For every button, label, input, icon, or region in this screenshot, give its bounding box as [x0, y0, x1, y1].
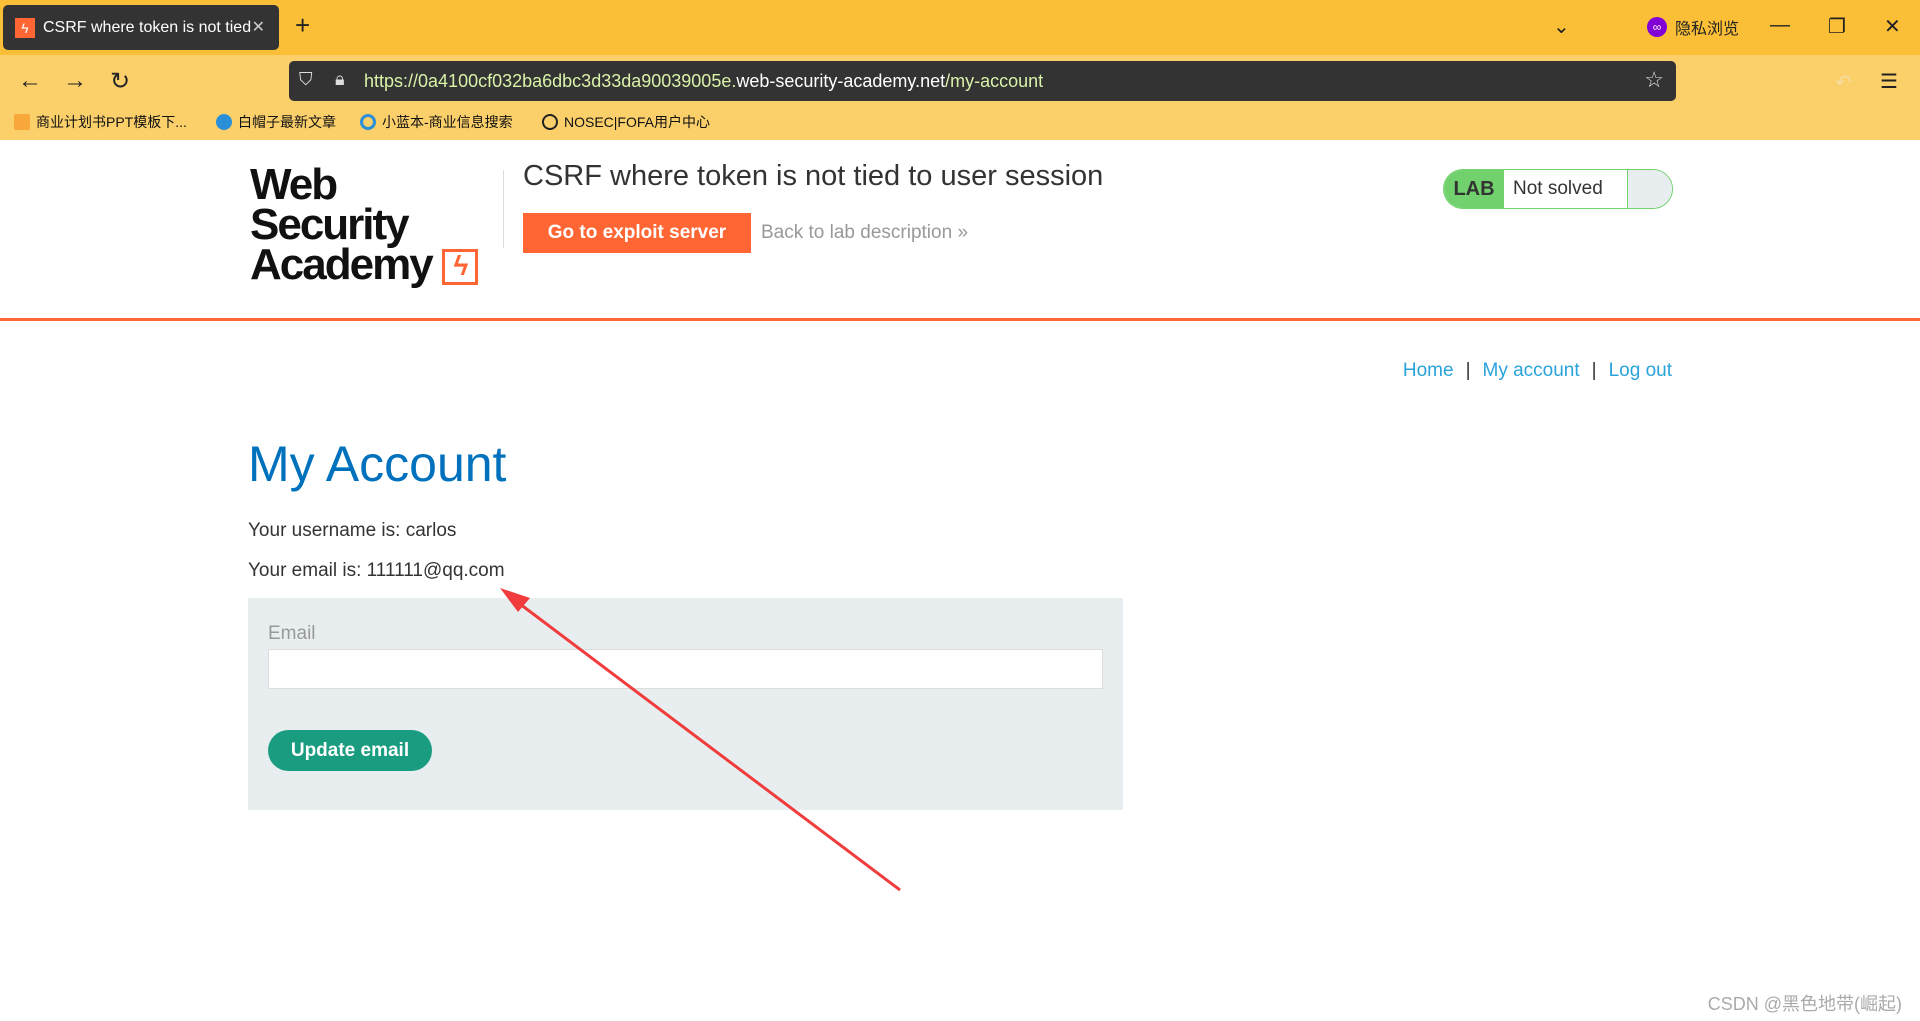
arrow-line: [511, 596, 901, 892]
red-annotation-arrow: [500, 588, 901, 892]
watermark: CSDN @黑色地带(崛起): [1707, 994, 1902, 1014]
